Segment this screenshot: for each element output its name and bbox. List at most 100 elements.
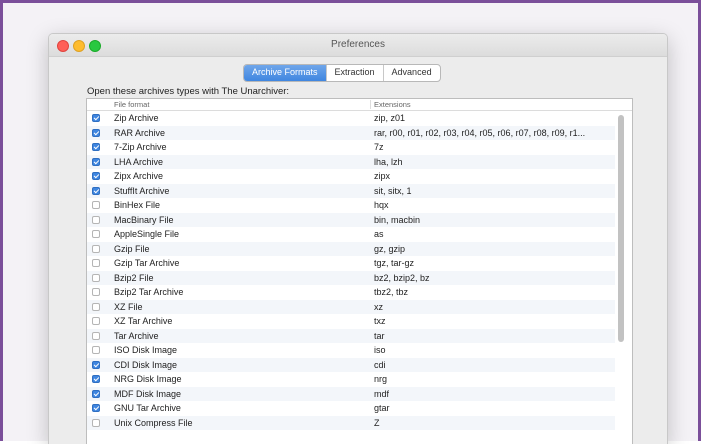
format-checkbox[interactable] [92, 418, 100, 427]
file-format-cell: LHA Archive [114, 156, 164, 167]
file-format-cell: Gzip Tar Archive [114, 258, 180, 268]
extensions-cell: tgz, tar-gz [374, 258, 415, 268]
table-row[interactable]: BinHex File hqx [87, 198, 615, 213]
file-format-cell: Zip Archive [114, 113, 159, 123]
file-format-cell: Zipx Archive [114, 171, 164, 181]
format-checkbox[interactable] [92, 157, 100, 166]
table-row[interactable]: Zipx Archive zipx [87, 169, 615, 184]
extensions-cell: txz [374, 316, 386, 326]
table-row[interactable]: RAR Archive rar, r00, r01, r02, r03, r04,… [87, 125, 615, 140]
file-format-cell: XZ File [114, 301, 143, 312]
file-format-cell: RAR Archive [114, 127, 166, 138]
extensions-cell: Z [374, 417, 380, 428]
format-checkbox[interactable] [92, 331, 100, 340]
preferences-window: Preferences Archive Formats Extraction A… [48, 33, 668, 444]
file-format-cell: Tar Archive [114, 330, 159, 341]
table-row[interactable]: MDF Disk Image mdf [87, 386, 615, 401]
extensions-cell: mdf [374, 388, 390, 399]
window-title: Preferences [331, 39, 385, 50]
table-row[interactable]: Bzip2 Tar Archive tbz2, tbz [87, 285, 615, 300]
extensions-cell: zip, z01 [374, 113, 406, 123]
format-checkbox[interactable] [92, 143, 100, 151]
extensions-cell: xz [374, 301, 383, 312]
extensions-cell: rar, r00, r01, r02, r03, r04, r05, r06, … [374, 127, 586, 138]
table-row[interactable]: XZ File xz [87, 299, 615, 314]
file-format-cell: Bzip2 File [114, 272, 154, 283]
file-format-cell: Gzip File [114, 243, 150, 254]
format-checkbox[interactable] [92, 302, 100, 311]
extensions-cell: tar [374, 330, 385, 341]
tab-bar: Archive Formats Extraction Advanced [243, 64, 441, 82]
extensions-cell: cdi [374, 359, 386, 370]
table-row[interactable]: Bzip2 File bz2, bzip2, bz [87, 270, 615, 285]
format-checkbox[interactable] [92, 259, 100, 267]
format-checkbox[interactable] [92, 172, 100, 180]
table-row[interactable]: Tar Archive tar [87, 328, 615, 343]
format-checkbox[interactable] [92, 273, 100, 282]
format-checkbox[interactable] [92, 360, 100, 369]
format-checkbox[interactable] [92, 186, 100, 195]
format-checkbox[interactable] [92, 389, 100, 398]
file-format-cell: 7-Zip Archive [114, 142, 167, 152]
table-row[interactable]: Zip Archive zip, z01 [87, 111, 615, 126]
file-format-cell: MDF Disk Image [114, 388, 182, 399]
format-checkbox[interactable] [92, 317, 100, 325]
table-row[interactable]: Gzip Tar Archive tgz, tar-gz [87, 256, 615, 271]
column-header-extensions[interactable]: Extensions [370, 100, 411, 109]
extensions-cell: as [374, 229, 384, 239]
format-checkbox[interactable] [92, 404, 100, 412]
table-row[interactable]: Gzip File gz, gzip [87, 241, 615, 256]
file-format-cell: Bzip2 Tar Archive [114, 287, 184, 297]
extensions-cell: iso [374, 345, 386, 355]
archive-formats-table: File format Extensions Zip Archive zip, z… [86, 98, 633, 444]
table-header: File format Extensions [87, 99, 632, 111]
extensions-cell: 7z [374, 142, 384, 152]
tab-archive-formats[interactable]: Archive Formats [244, 65, 326, 81]
file-format-cell: MacBinary File [114, 214, 174, 225]
extensions-cell: gtar [374, 403, 390, 413]
table-row[interactable]: NRG Disk Image nrg [87, 372, 615, 387]
file-format-cell: Unix Compress File [114, 417, 193, 428]
format-checkbox[interactable] [92, 114, 100, 122]
file-format-cell: ISO Disk Image [114, 345, 178, 355]
table-row[interactable]: AppleSingle File as [87, 227, 615, 242]
table-row[interactable]: Unix Compress File Z [87, 415, 615, 430]
format-checkbox[interactable] [92, 288, 100, 296]
extensions-cell: bz2, bzip2, bz [374, 272, 430, 283]
table-row[interactable]: GNU Tar Archive gtar [87, 401, 615, 416]
extensions-cell: sit, sitx, 1 [374, 185, 412, 196]
file-format-cell: BinHex File [114, 200, 161, 210]
table-row[interactable]: 7-Zip Archive 7z [87, 140, 615, 155]
table-row[interactable]: CDI Disk Image cdi [87, 357, 615, 372]
title-bar: Preferences [49, 34, 667, 57]
format-checkbox[interactable] [92, 346, 100, 354]
extensions-cell: tbz2, tbz [374, 287, 409, 297]
extensions-cell: gz, gzip [374, 243, 406, 254]
format-checkbox[interactable] [92, 201, 100, 209]
extensions-cell: hqx [374, 200, 389, 210]
extensions-cell: nrg [374, 374, 388, 384]
table-row[interactable]: StuffIt Archive sit, sitx, 1 [87, 183, 615, 198]
table-row[interactable]: LHA Archive lha, lzh [87, 154, 615, 169]
table-row[interactable]: MacBinary File bin, macbin [87, 212, 615, 227]
file-format-cell: XZ Tar Archive [114, 316, 173, 326]
extensions-cell: bin, macbin [374, 214, 421, 225]
format-checkbox[interactable] [92, 215, 100, 224]
table-row[interactable]: ISO Disk Image iso [87, 343, 615, 358]
file-format-cell: CDI Disk Image [114, 359, 178, 370]
vertical-scrollbar[interactable] [618, 115, 624, 342]
extensions-cell: zipx [374, 171, 391, 181]
file-format-cell: NRG Disk Image [114, 374, 182, 384]
table-row[interactable]: XZ Tar Archive txz [87, 314, 615, 329]
format-checkbox[interactable] [92, 230, 100, 238]
column-header-file-format[interactable]: File format [114, 100, 149, 109]
file-format-cell: AppleSingle File [114, 229, 180, 239]
file-format-cell: StuffIt Archive [114, 185, 170, 196]
tab-advanced[interactable]: Advanced [382, 65, 440, 81]
format-checkbox[interactable] [92, 375, 100, 383]
format-checkbox[interactable] [92, 128, 100, 137]
tab-extraction[interactable]: Extraction [325, 65, 383, 81]
format-checkbox[interactable] [92, 244, 100, 253]
file-format-cell: GNU Tar Archive [114, 403, 181, 413]
archive-types-caption: Open these archives types with The Unarc… [87, 86, 290, 97]
